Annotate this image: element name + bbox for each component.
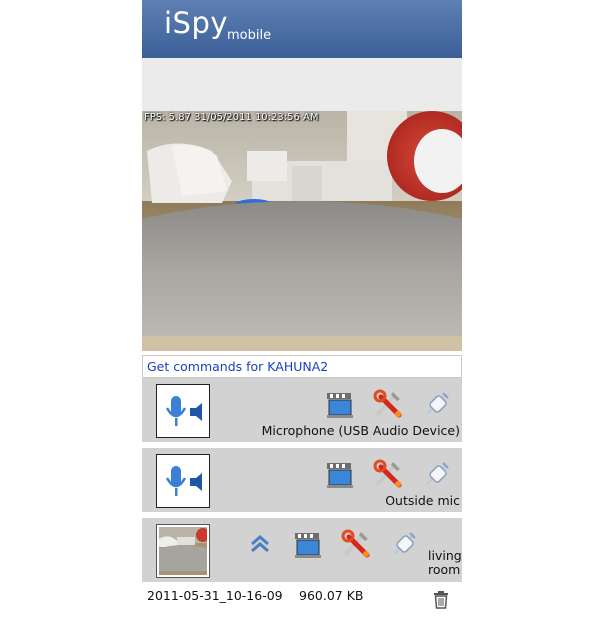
get-commands-link[interactable]: Get commands for KAHUNA2	[147, 359, 328, 374]
recording-file-size: 960.07 KB	[299, 588, 364, 603]
camera-feed-image	[142, 111, 462, 351]
chevron-up-icon[interactable]	[244, 528, 276, 560]
settings-tools-icon[interactable]	[372, 388, 404, 420]
connect-plug-icon[interactable]	[388, 528, 420, 560]
device-row-microphone-usb: Microphone (USB Audio Device)	[142, 378, 462, 442]
video-recorder-icon[interactable]	[324, 458, 356, 490]
settings-tools-icon[interactable]	[372, 458, 404, 490]
device-row-living-room: living room	[142, 518, 462, 582]
video-recorder-icon[interactable]	[324, 388, 356, 420]
commands-bar: Get commands for KAHUNA2	[142, 355, 462, 378]
device-label: Outside mic	[385, 493, 460, 508]
microphone-thumbnail-button[interactable]	[156, 384, 210, 438]
brand-logo: iSpy	[164, 6, 229, 40]
device-row-outside-mic: Outside mic	[142, 448, 462, 512]
camera-thumbnail-button[interactable]	[156, 524, 210, 578]
trash-icon[interactable]	[432, 590, 450, 610]
settings-tools-icon[interactable]	[340, 528, 372, 560]
microphone-icon	[165, 396, 202, 426]
recording-file-name[interactable]: 2011-05-31_10-16-09	[147, 588, 283, 603]
app-header: iSpy mobile	[142, 0, 462, 58]
ispy-mobile-app: iSpy mobile FPS: 5.87 31/05/2011 10:23:5…	[142, 0, 462, 617]
feed-status-overlay: FPS: 5.87 31/05/2011 10:23:56 AM	[144, 112, 319, 123]
recording-row: 2011-05-31_10-16-09 960.07 KB	[142, 582, 462, 617]
camera-thumbnail	[159, 527, 207, 575]
device-label: living room	[428, 548, 462, 577]
brand-subtitle: mobile	[227, 28, 272, 43]
microphone-icon	[165, 466, 202, 496]
microphone-thumbnail-button[interactable]	[156, 454, 210, 508]
video-recorder-icon[interactable]	[292, 528, 324, 560]
connect-plug-icon[interactable]	[421, 388, 453, 420]
connect-plug-icon[interactable]	[421, 458, 453, 490]
device-label: Microphone (USB Audio Device)	[261, 423, 460, 438]
camera-feed[interactable]: FPS: 5.87 31/05/2011 10:23:56 AM	[142, 111, 462, 351]
toolbar-area	[142, 58, 462, 111]
